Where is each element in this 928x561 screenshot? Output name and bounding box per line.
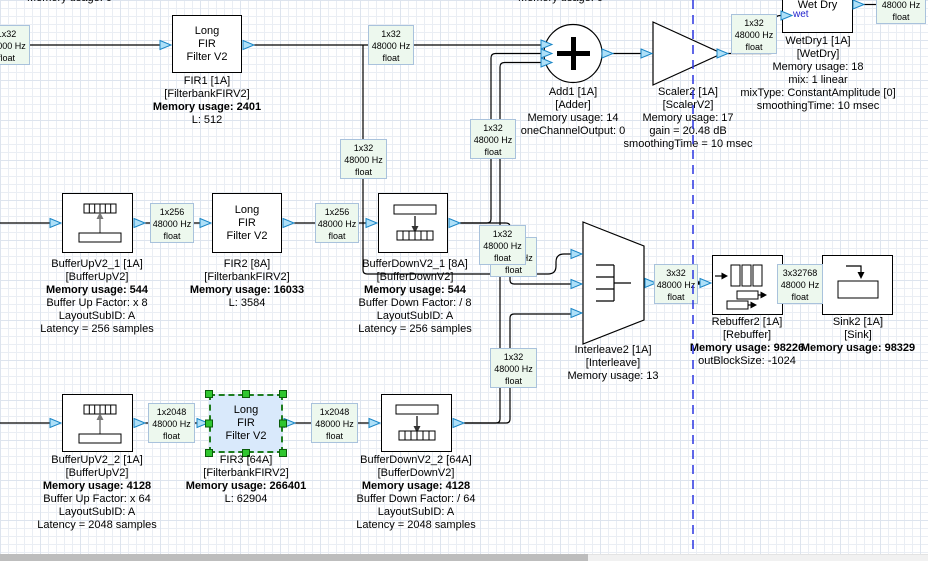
overlay-layer [0, 0, 928, 561]
schematic-canvas[interactable]: Memory usage: 0 Memory usage: 0 Long FIR… [0, 0, 928, 561]
horizontal-scrollbar-thumb[interactable] [0, 554, 588, 561]
